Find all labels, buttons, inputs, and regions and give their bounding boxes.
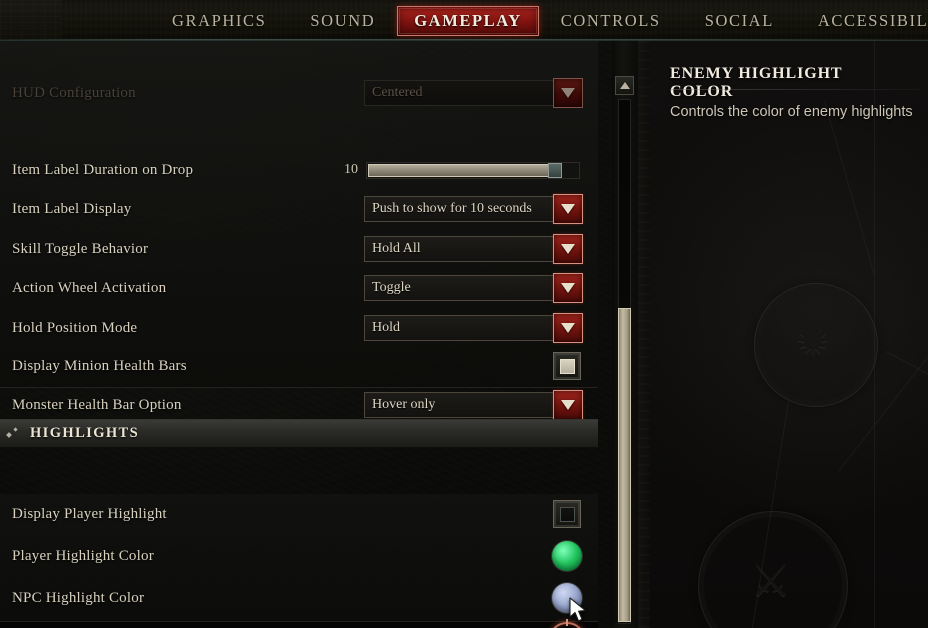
section-header-highlights: HIGHLIGHTS: [0, 419, 598, 448]
setting-row-enemy-highlight-color[interactable]: Enemy Highlight Color: [0, 619, 598, 628]
setting-row-skill-toggle-behavior[interactable]: Skill Toggle Behavior Hold All: [0, 229, 598, 269]
dropdown-action-wheel-activation-value: Toggle: [372, 280, 411, 295]
setting-row-npc-highlight-color[interactable]: NPC Highlight Color: [0, 578, 598, 618]
chevron-down-icon[interactable]: [553, 313, 583, 343]
info-panel-title: ENEMY HIGHLIGHT COLOR: [670, 65, 843, 100]
section-title-highlights: HIGHLIGHTS: [30, 425, 140, 441]
chevron-down-icon[interactable]: [553, 78, 583, 108]
tab-sound-label: SOUND: [310, 10, 376, 30]
sparkle-ornament-icon: [6, 426, 22, 442]
settings-group-general: HUD Configuration Centered Item Label Du…: [0, 41, 598, 388]
setting-label-player-highlight-color: Player Highlight Color: [12, 547, 154, 564]
sigil-circle-upper: [754, 283, 878, 407]
setting-row-item-label-duration[interactable]: Item Label Duration on Drop 10: [0, 150, 598, 190]
tab-controls-label: CONTROLS: [560, 10, 661, 30]
dropdown-monster-health-bar-option-value: Hover only: [372, 397, 436, 412]
dropdown-hud-configuration-value: Centered: [372, 85, 423, 100]
setting-label-display-player-highlight: Display Player Highlight: [12, 505, 167, 522]
color-swatch-enemy-highlight[interactable]: [548, 619, 586, 628]
slider-value-item-label-duration: 10: [344, 162, 358, 177]
slider-handle[interactable]: [548, 162, 562, 178]
chevron-down-icon[interactable]: [553, 194, 583, 224]
settings-tab-bar: GRAPHICS SOUND GAMEPLAY CONTROLS SOCIAL …: [0, 0, 928, 41]
tab-social[interactable]: SOCIAL: [683, 7, 796, 35]
tab-gameplay[interactable]: GAMEPLAY: [397, 5, 539, 36]
settings-group-highlights: Display Player Highlight Player Highligh…: [0, 494, 598, 628]
scrollbar-thumb[interactable]: [618, 308, 631, 622]
setting-row-display-minion-health-bars[interactable]: Display Minion Health Bars: [0, 346, 598, 386]
chevron-down-icon[interactable]: [553, 273, 583, 303]
tab-graphics[interactable]: GRAPHICS: [150, 7, 288, 35]
setting-label-skill-toggle-behavior: Skill Toggle Behavior: [12, 240, 149, 257]
dropdown-item-label-display-value: Push to show for 10 seconds: [372, 201, 532, 216]
info-panel: ✹ ⚔ ENEMY HIGHLIGHT COLOR Controls the c…: [638, 41, 928, 628]
checkbox-display-minion-health-bars[interactable]: [553, 352, 581, 380]
art-line-4: [750, 401, 789, 628]
art-line-5: [838, 344, 928, 472]
tab-list: GRAPHICS SOUND GAMEPLAY CONTROLS SOCIAL …: [150, 0, 928, 40]
setting-label-action-wheel-activation: Action Wheel Activation: [12, 279, 167, 296]
info-panel-rule: [670, 89, 920, 90]
color-swatch-player-highlight[interactable]: [552, 541, 582, 571]
info-panel-description: Controls the color of enemy highlights: [670, 104, 913, 120]
setting-row-player-highlight-color[interactable]: Player Highlight Color: [0, 536, 598, 576]
tab-sound[interactable]: SOUND: [288, 7, 397, 35]
sigil-circle-lower: [698, 511, 848, 628]
setting-row-hold-position-mode[interactable]: Hold Position Mode Hold: [0, 308, 598, 348]
settings-scrollbar[interactable]: [612, 41, 638, 628]
dropdown-hold-position-mode-value: Hold: [372, 320, 400, 335]
checkbox-fill: [559, 358, 575, 374]
checkbox-display-player-highlight[interactable]: [553, 500, 581, 528]
tab-accessibility-label: ACCESSIBILITY: [817, 10, 928, 30]
settings-panel: HUD Configuration Centered Item Label Du…: [0, 41, 612, 628]
dropdown-hold-position-mode[interactable]: Hold: [364, 313, 583, 343]
dropdown-monster-health-bar-option[interactable]: Hover only: [364, 390, 583, 420]
tab-social-label: SOCIAL: [704, 10, 774, 30]
tab-bar-left-ornament: [0, 0, 62, 40]
setting-label-display-minion-health-bars: Display Minion Health Bars: [12, 357, 187, 374]
setting-row-hud-configuration[interactable]: HUD Configuration Centered: [0, 73, 598, 113]
tab-gameplay-label: GAMEPLAY: [414, 10, 522, 30]
scroll-up-arrow-icon[interactable]: [615, 76, 634, 95]
panel-divider-ornament: [638, 41, 650, 628]
dropdown-skill-toggle-behavior[interactable]: Hold All: [364, 234, 583, 264]
setting-row-item-label-display[interactable]: Item Label Display Push to show for 10 s…: [0, 189, 598, 229]
setting-row-action-wheel-activation[interactable]: Action Wheel Activation Toggle: [0, 268, 598, 308]
art-line-1: [874, 41, 875, 628]
setting-label-monster-health-bar-option: Monster Health Bar Option: [12, 396, 182, 413]
art-line-2: [824, 100, 875, 275]
tab-accessibility[interactable]: ACCESSIBILITY: [796, 7, 928, 35]
dropdown-item-label-display[interactable]: Push to show for 10 seconds: [364, 194, 583, 224]
slider-fill: [368, 163, 561, 177]
background-sigil-art: ✹ ⚔: [638, 41, 928, 628]
setting-label-item-label-duration: Item Label Duration on Drop: [12, 161, 194, 178]
checkbox-fill: [559, 506, 575, 522]
slider-item-label-duration[interactable]: [366, 161, 580, 179]
rune-glyph-lower: ⚔: [750, 553, 792, 607]
rune-glyph-upper: ✹: [796, 319, 830, 365]
setting-label-hud-configuration: HUD Configuration: [12, 84, 136, 101]
dropdown-hud-configuration[interactable]: Centered: [364, 78, 583, 108]
art-line-3: [885, 351, 928, 413]
chevron-down-icon[interactable]: [553, 390, 583, 420]
chevron-down-icon[interactable]: [553, 234, 583, 264]
setting-label-npc-highlight-color: NPC Highlight Color: [12, 589, 145, 606]
tab-graphics-label: GRAPHICS: [172, 10, 267, 30]
tab-controls[interactable]: CONTROLS: [539, 7, 683, 35]
color-swatch-npc-highlight[interactable]: [552, 583, 582, 613]
selection-reticle-icon: [548, 619, 586, 628]
setting-label-item-label-display: Item Label Display: [12, 200, 132, 217]
dropdown-action-wheel-activation[interactable]: Toggle: [364, 273, 583, 303]
setting-label-hold-position-mode: Hold Position Mode: [12, 319, 138, 336]
setting-row-display-player-highlight[interactable]: Display Player Highlight: [0, 494, 598, 534]
dropdown-skill-toggle-behavior-value: Hold All: [372, 241, 421, 256]
